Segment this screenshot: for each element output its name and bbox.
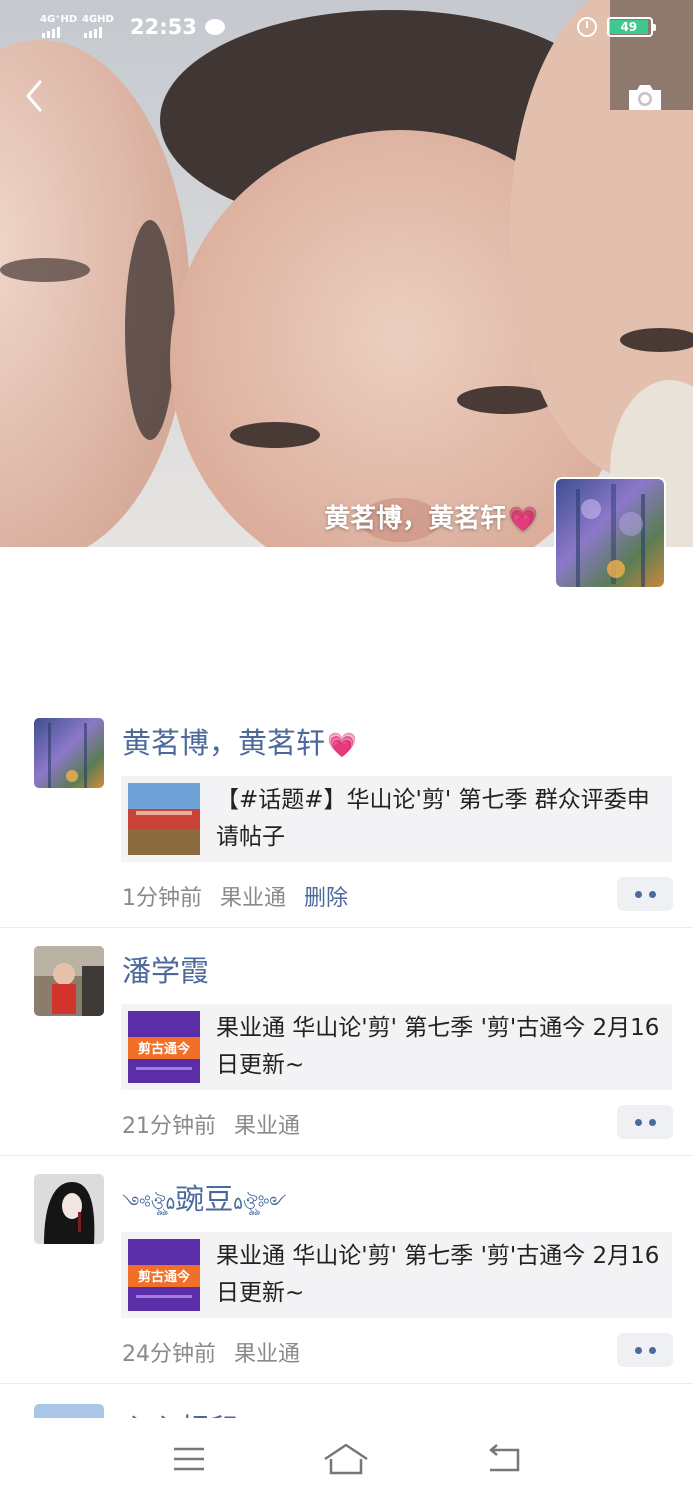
link-thumbnail <box>128 783 200 855</box>
status-time: 22:53 <box>130 15 197 39</box>
shared-link-card[interactable]: 【#话题#】华山论'剪' 第七季 群众评委申请帖子 <box>121 776 672 862</box>
link-title: 果业通 华山论'剪' 第七季 '剪'古通今 2月16日更新~ <box>216 1243 660 1306</box>
post-avatar[interactable] <box>34 718 104 788</box>
dot-icon <box>648 1346 656 1354</box>
post-source[interactable]: 果业通 <box>220 880 286 912</box>
more-options-button[interactable] <box>617 1333 673 1367</box>
moments-feed[interactable]: 黄茗博，黄茗轩💗 【#话题#】华山论'剪' 第七季 群众评委申请帖子 1分钟前 … <box>0 700 693 1424</box>
post-author[interactable]: ༺ঔৣ۵豌豆۵ঔৣ༻ <box>122 1176 287 1234</box>
back-icon <box>489 1444 520 1472</box>
feed-post: 潘学霞 剪古通今 果业通 华山论'剪' 第七季 '剪'古通今 2月16日更新~ … <box>0 928 693 1156</box>
home-button[interactable] <box>322 1439 370 1479</box>
post-author-text: 黄茗博，黄茗轩 <box>122 726 326 760</box>
poster-text: 剪古通今 <box>138 1269 191 1285</box>
cover-photo[interactable]: 4G⁺HD 4GHD 22:53 49 黄茗博，黄茗轩💗 <box>0 0 693 547</box>
alarm-icon <box>577 17 597 37</box>
name-decoration-right: ۵ঔৣ༻ <box>233 1193 287 1214</box>
shared-link-card[interactable]: 剪古通今 果业通 华山论'剪' 第七季 '剪'古通今 2月16日更新~ <box>121 1232 672 1318</box>
more-options-button[interactable] <box>617 877 673 911</box>
profile-name-text: 黄茗博，黄茗轩 <box>324 504 507 534</box>
feed-post: 黄茗博，黄茗轩💗 【#话题#】华山论'剪' 第七季 群众评委申请帖子 1分钟前 … <box>0 700 693 928</box>
battery-level: 49 <box>610 20 648 34</box>
post-time: 21分钟前 <box>122 1114 216 1139</box>
post-meta: 24分钟前 果业通 <box>122 1336 300 1368</box>
heart-icon: 💗 <box>508 505 538 533</box>
signal-icon: 4G⁺HD <box>40 14 78 38</box>
system-navigation-bar <box>0 1418 693 1500</box>
post-source[interactable]: 果业通 <box>234 1336 300 1368</box>
post-avatar[interactable] <box>34 1174 104 1244</box>
dot-icon <box>648 890 656 898</box>
home-icon <box>324 1443 369 1475</box>
dot-icon <box>648 1118 656 1126</box>
post-meta: 1分钟前 果业通 删除 <box>122 880 348 912</box>
dot-icon <box>634 1118 642 1126</box>
shared-link-card[interactable]: 剪古通今 果业通 华山论'剪' 第七季 '剪'古通今 2月16日更新~ <box>121 1004 672 1090</box>
post-author[interactable]: 黄茗博，黄茗轩💗 <box>122 720 357 762</box>
menu-button[interactable] <box>165 1439 213 1479</box>
link-title: 果业通 华山论'剪' 第七季 '剪'古通今 2月16日更新~ <box>216 1015 660 1078</box>
message-icon <box>204 19 225 35</box>
avatar-image <box>34 1174 104 1244</box>
poster-text: 剪古通今 <box>138 1041 191 1057</box>
profile-name: 黄茗博，黄茗轩💗 <box>324 498 538 535</box>
name-decoration-left: ༺ঔৣ۵ <box>122 1193 176 1214</box>
dot-icon <box>634 890 642 898</box>
post-meta: 21分钟前 果业通 <box>122 1108 300 1140</box>
link-title: 【#话题#】华山论'剪' 第七季 群众评委申请帖子 <box>216 787 650 850</box>
avatar-image <box>556 479 664 587</box>
more-options-button[interactable] <box>617 1105 673 1139</box>
post-source[interactable]: 果业通 <box>234 1108 300 1140</box>
network-label-1: 4G⁺HD <box>40 14 78 25</box>
signal-icon-2: 4GHD <box>82 14 116 38</box>
feed-post: ༺ঔৣ۵豌豆۵ঔৣ༻ 剪古通今 果业通 华山论'剪' 第七季 '剪'古通今 2月… <box>0 1156 693 1384</box>
avatar-image <box>34 718 104 788</box>
cover-photo-image <box>0 0 693 547</box>
dot-icon <box>634 1346 642 1354</box>
profile-avatar[interactable] <box>554 477 666 589</box>
back-button[interactable] <box>480 1439 528 1479</box>
heart-icon: 💗 <box>327 731 357 759</box>
battery-icon: 49 <box>607 17 656 37</box>
camera-icon[interactable] <box>626 82 664 112</box>
status-bar: 4G⁺HD 4GHD 22:53 49 <box>0 0 693 54</box>
post-time: 24分钟前 <box>122 1342 216 1367</box>
delete-button[interactable]: 删除 <box>304 880 348 912</box>
link-thumbnail: 剪古通今 <box>128 1011 200 1083</box>
post-author[interactable]: 潘学霞 <box>122 948 209 990</box>
post-time: 1分钟前 <box>122 886 202 911</box>
post-author-text: 豌豆 <box>175 1182 234 1216</box>
back-chevron-icon[interactable] <box>22 78 52 114</box>
avatar-image <box>34 946 104 1016</box>
menu-icon <box>173 1447 204 1471</box>
post-avatar[interactable] <box>34 946 104 1016</box>
link-thumbnail: 剪古通今 <box>128 1239 200 1311</box>
network-label-2: 4GHD <box>82 14 114 25</box>
